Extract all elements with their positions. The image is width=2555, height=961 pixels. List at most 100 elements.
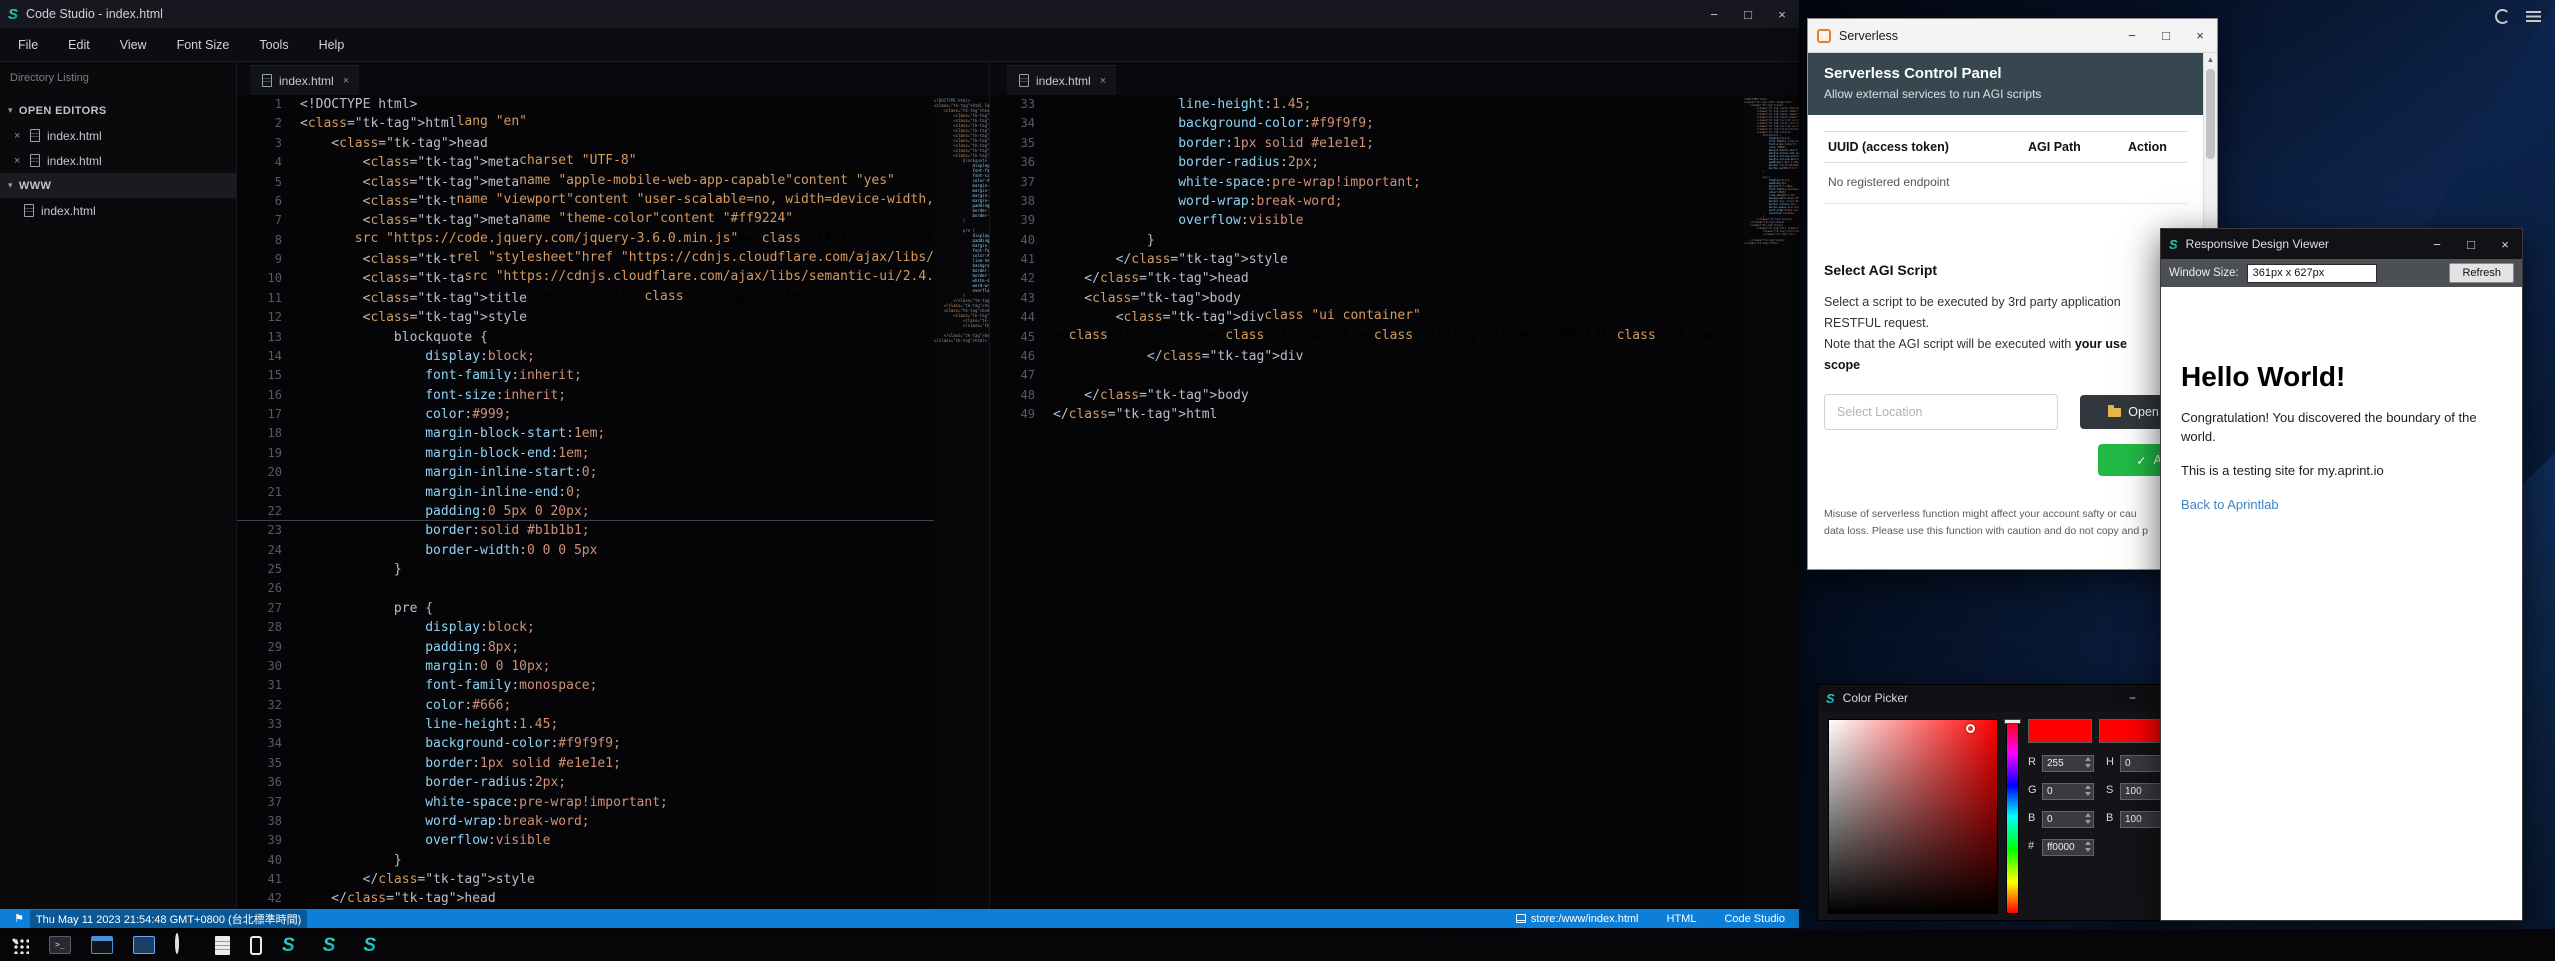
code-line[interactable]: 34 background-color:#f9f9f9; [990, 114, 1744, 133]
code-line[interactable]: 42 </class="tk-tag">head> [237, 889, 934, 908]
code-line[interactable]: 3 <class="tk-tag">head> [237, 134, 934, 153]
search-icon[interactable] [175, 935, 195, 955]
phone-icon[interactable] [250, 936, 262, 955]
code-line[interactable]: 19 margin-block-end:1em; [237, 444, 934, 463]
color-cursor[interactable] [1966, 724, 1975, 733]
code-line[interactable]: 28 display:block; [237, 618, 934, 637]
status-file-path[interactable]: store:/www/index.html [1516, 913, 1639, 925]
code-line[interactable]: 40 } [237, 851, 934, 870]
code-line[interactable]: 29 padding:8px; [237, 638, 934, 657]
code-line[interactable]: 35 border:1px solid #e1e1e1; [237, 754, 934, 773]
code-line[interactable]: 14 display:block; [237, 347, 934, 366]
code-line[interactable]: 23 border:solid #b1b1b1; [237, 521, 934, 540]
close-button[interactable]: × [2183, 19, 2217, 52]
code-line[interactable]: 7 <class="tk-tag">meta name="theme-color… [237, 211, 934, 230]
code-studio-taskbar-icon[interactable]: S [363, 936, 376, 955]
code-line[interactable]: 37 white-space:pre-wrap!important; [990, 173, 1744, 192]
status-app-name[interactable]: Code Studio [1724, 913, 1785, 925]
saturation-value-area[interactable] [1828, 719, 1998, 914]
hue-slider[interactable] [2006, 719, 2019, 914]
code-line[interactable]: 46 </class="tk-tag">div> [990, 347, 1744, 366]
minimize-button[interactable]: − [2129, 685, 2136, 711]
sync-spinner-icon[interactable] [2495, 9, 2510, 24]
scroll-up-icon[interactable]: ▲ [2204, 55, 2217, 64]
minimize-button[interactable]: − [2115, 19, 2149, 52]
code-line[interactable]: 25 } [237, 560, 934, 579]
code-line[interactable]: 32 color:#666; [237, 696, 934, 715]
code-line[interactable]: 47 [990, 366, 1744, 385]
code-line[interactable]: 31 font-family:monospace; [237, 676, 934, 695]
code-line[interactable]: 17 color:#999; [237, 405, 934, 424]
maximize-button[interactable]: □ [2454, 229, 2488, 259]
menu-icon[interactable] [2526, 11, 2541, 22]
browser-window-icon[interactable] [133, 936, 155, 954]
red-input[interactable] [2042, 753, 2094, 772]
code-line[interactable]: 36 border-radius:2px; [237, 773, 934, 792]
close-button[interactable]: × [2488, 229, 2522, 259]
code-line[interactable]: 39 overflow:visible [237, 831, 934, 850]
maximize-button[interactable]: □ [1731, 0, 1765, 28]
window-size-input[interactable] [2247, 264, 2377, 283]
close-button[interactable]: × [1765, 0, 1799, 28]
menu-view[interactable]: View [120, 38, 147, 52]
code-line[interactable]: 12 <class="tk-tag">style> [237, 308, 934, 327]
code-line[interactable]: 10 <class="tk-tag">script src="https://c… [237, 269, 934, 288]
code-line[interactable]: 16 font-size:inherit; [237, 386, 934, 405]
code-line[interactable]: 8 <class="tk-tag">script src="https://co… [237, 231, 934, 250]
minimize-button[interactable]: − [2420, 229, 2454, 259]
green-input[interactable] [2042, 781, 2094, 800]
code-line[interactable]: 41 </class="tk-tag">style> [237, 870, 934, 889]
code-line[interactable]: 44 <class="tk-tag">div class="ui contain… [990, 308, 1744, 327]
menu-tools[interactable]: Tools [259, 38, 288, 52]
tree-file-item[interactable]: index.html [0, 198, 236, 223]
close-icon[interactable]: × [14, 155, 28, 167]
tab-index-html[interactable]: index.html × [1007, 65, 1116, 95]
code-line[interactable]: 13 blockquote { [237, 328, 934, 347]
titlebar[interactable]: Serverless − □ × [1808, 19, 2217, 53]
code-line[interactable]: 24 border-width:0 0 0 5px [237, 541, 934, 560]
code-studio-taskbar-icon[interactable]: S [323, 936, 336, 955]
maximize-button[interactable]: □ [2149, 19, 2183, 52]
status-clock[interactable]: Thu May 11 2023 21:54:48 GMT+0800 (台北標準時… [30, 910, 307, 928]
code-line[interactable]: 43 <class="tk-tag">body> [990, 289, 1744, 308]
minimap[interactable]: <!DOCTYPE html><class="tk-tag">html lang… [1744, 95, 1799, 909]
menu-font-size[interactable]: Font Size [177, 38, 230, 52]
tab-index-html[interactable]: index.html × [250, 65, 359, 95]
code-line[interactable]: 34 background-color:#f9f9f9; [237, 734, 934, 753]
code-line[interactable]: 9 <class="tk-tag">link rel="stylesheet" … [237, 250, 934, 269]
hex-input[interactable] [2042, 837, 2094, 856]
code-line[interactable]: 39 overflow:visible [990, 211, 1744, 230]
status-language[interactable]: HTML [1667, 913, 1697, 925]
titlebar[interactable]: S Responsive Design Viewer − □ × [2161, 229, 2522, 259]
code-line[interactable]: 6 <class="tk-tag">meta name="viewport" c… [237, 192, 934, 211]
open-editor-item[interactable]: × index.html [0, 148, 236, 173]
code-line[interactable]: 27 pre { [237, 599, 934, 618]
code-line[interactable]: 20 margin-inline-start:0; [237, 463, 934, 482]
hue-slider-handle[interactable] [2004, 719, 2021, 724]
code-line[interactable]: 48 </class="tk-tag">body> [990, 386, 1744, 405]
back-to-aprintlab-link[interactable]: Back to Aprintlab [2181, 497, 2279, 512]
code-line[interactable]: 33 line-height:1.45; [990, 95, 1744, 114]
code-line[interactable]: 40 } [990, 231, 1744, 250]
code-line[interactable]: 2<class="tk-tag">html lang="en"> [237, 114, 934, 133]
terminal-icon[interactable]: >_ [49, 936, 71, 954]
editor-window-icon[interactable] [91, 936, 113, 954]
code-line[interactable]: 49</class="tk-tag">html> [990, 405, 1744, 424]
code-line[interactable]: 42 </class="tk-tag">head> [990, 269, 1744, 288]
code-editor[interactable]: 33 line-height:1.45;34 background-color:… [990, 95, 1744, 909]
close-icon[interactable]: × [343, 75, 349, 87]
code-line[interactable]: 4 <class="tk-tag">meta charset="UTF-8"> [237, 153, 934, 172]
www-folder-header[interactable]: ▾ WWW [0, 173, 236, 198]
code-editor[interactable]: 1<!DOCTYPE html>2<class="tk-tag">html la… [237, 95, 934, 909]
menu-edit[interactable]: Edit [68, 38, 90, 52]
close-icon[interactable]: × [1100, 75, 1106, 87]
open-editor-item[interactable]: × index.html [0, 123, 236, 148]
document-icon[interactable] [215, 936, 230, 955]
scrollbar-thumb[interactable] [2206, 69, 2215, 159]
minimize-button[interactable]: − [1697, 0, 1731, 28]
blue-input[interactable] [2042, 809, 2094, 828]
code-line[interactable]: 30 margin:0 0 10px; [237, 657, 934, 676]
script-location-input[interactable] [1824, 394, 2058, 430]
code-line[interactable]: 22 padding:0 5px 0 20px; [237, 502, 934, 521]
minimap[interactable]: <!DOCTYPE html><class="tk-tag">html lang… [934, 95, 989, 909]
